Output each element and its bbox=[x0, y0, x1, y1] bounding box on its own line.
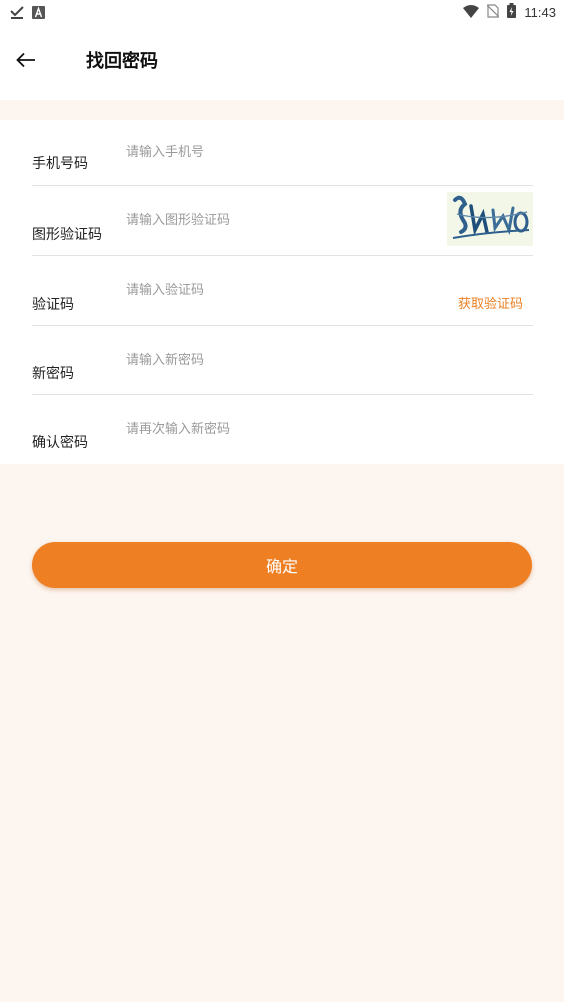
image-captcha-input[interactable] bbox=[126, 186, 426, 255]
confirm-password-label: 确认密码 bbox=[32, 435, 88, 451]
battery-charging-icon bbox=[507, 3, 517, 22]
new-password-label: 新密码 bbox=[32, 366, 74, 382]
page-title: 找回密码 bbox=[86, 51, 158, 72]
confirm-button[interactable]: 确定 bbox=[32, 542, 532, 588]
a-box-icon bbox=[32, 4, 45, 23]
status-right-icons: 11:43 bbox=[463, 3, 556, 22]
status-bar: 11:43 bbox=[0, 0, 564, 24]
app-bar: 找回密码 bbox=[0, 24, 564, 100]
sms-code-row: 验证码 获取验证码 bbox=[32, 256, 533, 326]
confirm-password-input[interactable] bbox=[126, 395, 426, 464]
captcha-image[interactable] bbox=[447, 192, 533, 246]
get-code-button[interactable]: 获取验证码 bbox=[458, 293, 523, 312]
phone-label: 手机号码 bbox=[32, 156, 88, 172]
new-password-input[interactable] bbox=[126, 326, 426, 394]
wifi-icon bbox=[463, 3, 480, 22]
reset-password-form: 手机号码 图形验证码 验证码 获取验证码 新密码 确认密码 bbox=[0, 120, 564, 464]
status-time: 11:43 bbox=[524, 5, 556, 20]
status-left-icons bbox=[10, 4, 45, 23]
back-button[interactable] bbox=[10, 46, 42, 78]
sms-code-input[interactable] bbox=[126, 256, 426, 325]
new-password-row: 新密码 bbox=[32, 326, 533, 395]
check-download-icon bbox=[10, 4, 24, 23]
sms-code-label: 验证码 bbox=[32, 297, 74, 313]
phone-input[interactable] bbox=[126, 120, 426, 185]
confirm-password-row: 确认密码 bbox=[32, 395, 533, 464]
phone-row: 手机号码 bbox=[32, 120, 533, 186]
image-captcha-label: 图形验证码 bbox=[32, 227, 102, 243]
no-sim-icon bbox=[486, 3, 500, 22]
image-captcha-row: 图形验证码 bbox=[32, 186, 533, 256]
arrow-left-icon bbox=[16, 52, 36, 72]
